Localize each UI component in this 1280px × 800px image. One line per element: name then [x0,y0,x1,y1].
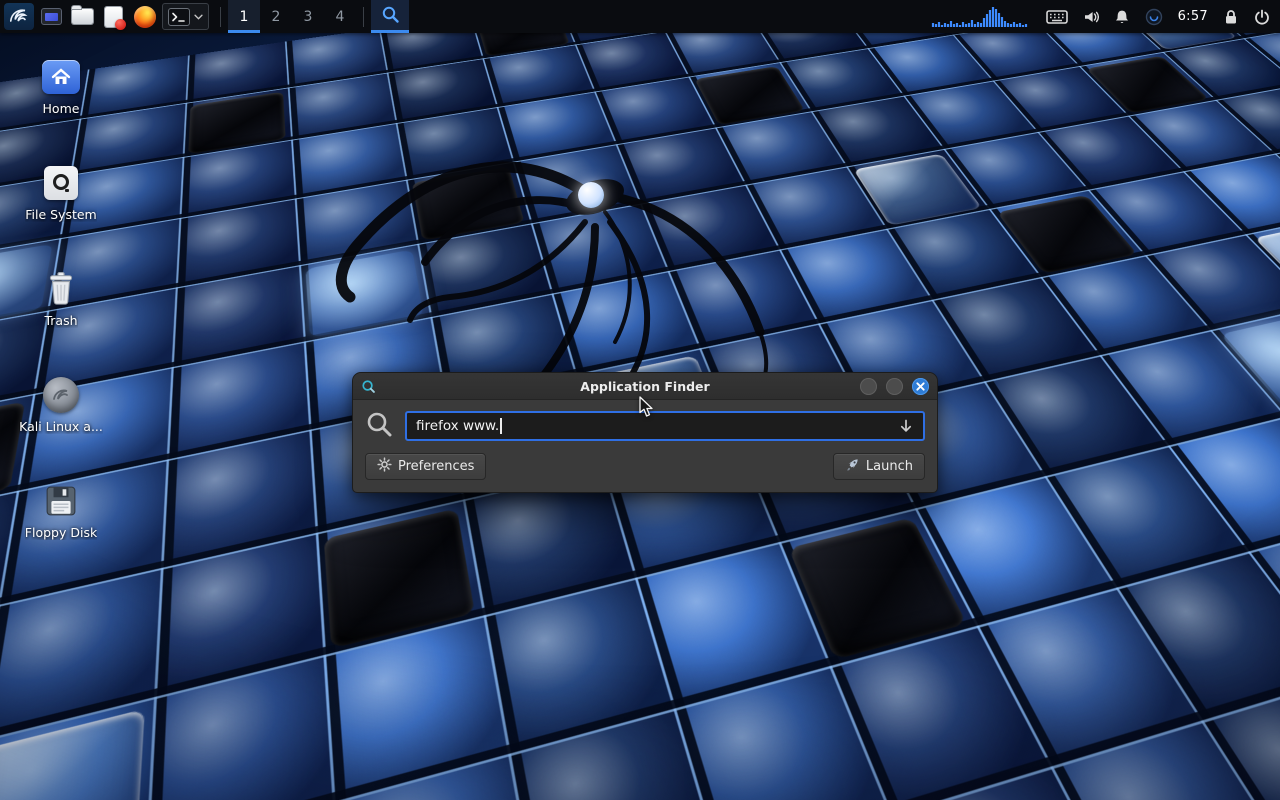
cube-tile [1086,56,1209,113]
panel-tray: 6:57 [931,0,1280,33]
notifications-button[interactable] [1114,0,1130,33]
desktop-icon-kali-installer[interactable]: Kali Linux a... [8,374,114,436]
terminal-icon [168,8,190,26]
cube-tile [997,195,1137,274]
titlebar[interactable]: Application Finder [353,373,937,400]
file-manager-icon [72,9,93,24]
keyboard-layout-button[interactable] [1046,0,1068,33]
clock-time: 6:57 [1178,9,1208,24]
workspace-switcher: 1 2 3 4 [228,0,356,33]
desktop-icon-label: Trash [44,313,77,328]
launch-label: Launch [866,459,913,474]
workspace-3[interactable]: 3 [292,0,324,33]
text-caret [500,418,502,434]
panel-spacer [409,0,931,33]
search-icon [365,410,393,442]
gear-icon [377,457,392,476]
desktop-icon-label: Kali Linux a... [19,419,103,434]
desktop-icon-trash[interactable]: Trash [8,268,114,330]
tray-status-button[interactable] [1145,0,1163,33]
desktop-icon-floppy-disk[interactable]: Floppy Disk [8,480,114,542]
glass-cube-tile [853,154,982,226]
logout-button[interactable] [1254,0,1270,33]
desktop-icon-file-system[interactable]: File System [8,162,114,224]
taskbar-application-finder[interactable] [371,0,409,33]
workspace-4[interactable]: 4 [324,0,356,33]
panel-launchers: 1 2 3 4 [0,0,409,33]
workspace-2[interactable]: 2 [260,0,292,33]
action-row: Preferences Launch [365,453,925,480]
cube-tile [324,508,475,648]
desktop-icon-label: File System [25,207,97,222]
keyboard-icon [1046,9,1068,25]
launch-button[interactable]: Launch [833,453,925,480]
window-controls [860,378,929,395]
cpu-graph-icon [931,4,1031,30]
launcher-file-manager[interactable] [67,0,98,33]
trash-icon [39,268,83,310]
desktop-stage: Home File System [0,0,1280,800]
kali-menu-button[interactable] [4,3,34,30]
glass-orb [578,182,604,208]
desktop-icon-home[interactable]: Home [8,56,114,118]
desktop-icon-column: Home File System [8,56,114,586]
floppy-disk-icon [39,480,83,522]
launcher-window-manager[interactable] [36,0,67,33]
firefox-icon [134,6,156,28]
preferences-button[interactable]: Preferences [365,453,486,480]
home-icon [39,56,83,98]
text-editor-icon [105,7,122,27]
cpu-graph[interactable] [931,0,1031,33]
preferences-label: Preferences [398,459,474,474]
panel-separator [363,7,364,27]
panel-separator [220,7,221,27]
top-panel: 1 2 3 4 [0,0,1280,33]
search-input[interactable]: firefox www. [405,411,925,441]
application-finder-window: Application Finder [352,372,938,493]
volume-icon [1083,9,1099,25]
workspace-1[interactable]: 1 [228,0,260,33]
terminal-dropdown-chevron-icon[interactable] [192,3,205,30]
close-icon [915,381,926,392]
launcher-text-editor[interactable] [98,0,129,33]
maximize-button[interactable] [886,378,903,395]
magnifier-icon [381,5,400,28]
lit-cube-tile [1220,313,1280,413]
search-row: firefox www. [365,410,925,442]
window-manager-icon [41,8,62,25]
lock-icon [1223,9,1239,25]
minimize-button[interactable] [860,378,877,395]
window-icon-magnifier [361,379,376,394]
glass-cube-tile [0,709,145,800]
entry-arrow-down-icon[interactable] [898,419,914,434]
file-system-icon [39,162,83,204]
launcher-terminal[interactable] [166,0,192,33]
desktop-icon-label: Home [43,101,80,116]
kali-logo-icon [7,3,31,31]
volume-button[interactable] [1083,0,1099,33]
power-icon [1254,9,1270,25]
cube-tile [789,517,967,659]
launcher-firefox[interactable] [129,0,160,33]
close-button[interactable] [912,378,929,395]
desktop-icon-label: Floppy Disk [25,525,97,540]
glass-cube-tile [1254,220,1280,303]
tray-status-icon [1145,8,1163,26]
kali-installer-icon [39,374,83,416]
bell-icon [1114,9,1130,25]
search-input-text: firefox www. [416,418,499,434]
finder-body: firefox www. [353,400,937,492]
clock[interactable]: 6:57 [1178,0,1208,33]
screen-lock-button[interactable] [1223,0,1239,33]
rocket-icon [845,457,860,476]
window-title: Application Finder [353,379,937,394]
launcher-terminal-group [162,3,209,30]
